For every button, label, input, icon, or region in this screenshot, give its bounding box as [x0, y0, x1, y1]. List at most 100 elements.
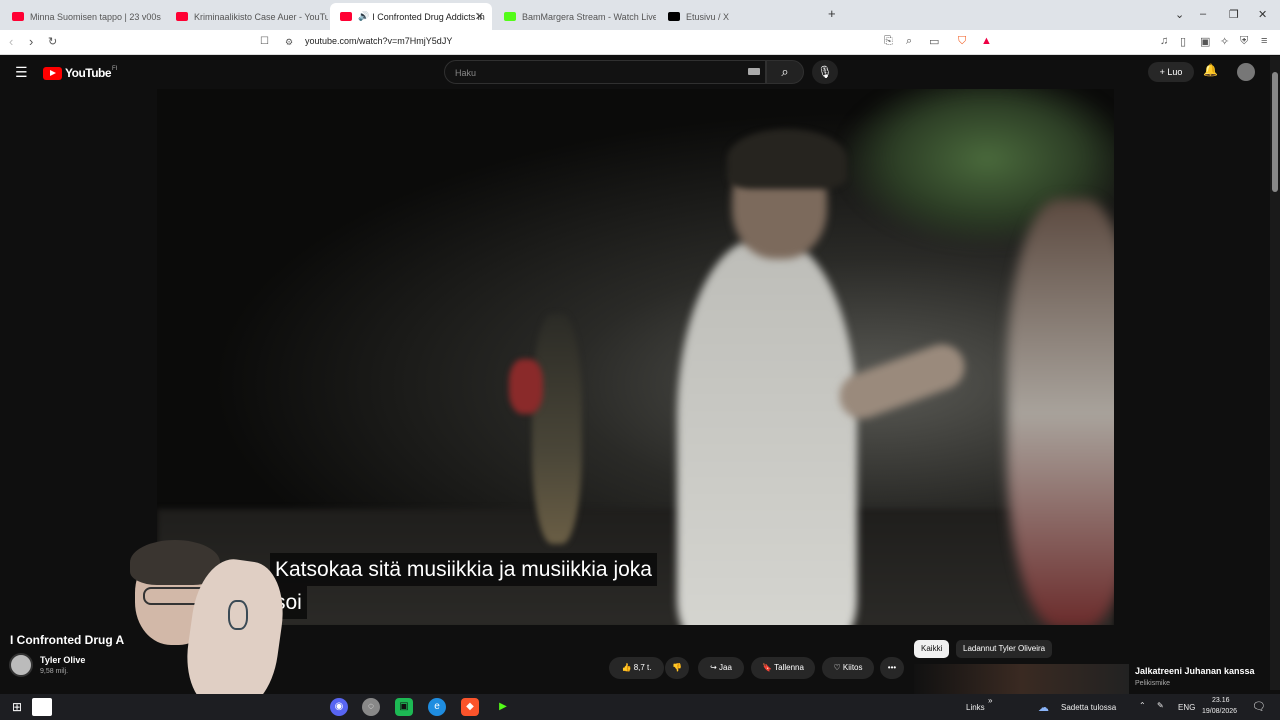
recommended-video-channel[interactable]: Pelikismike [1135, 680, 1170, 687]
video-frame-right-person [1007, 199, 1114, 625]
pinned-window-thumbnail[interactable] [32, 698, 52, 716]
hamburger-menu-icon[interactable]: ☰ [15, 64, 28, 81]
country-code: FI [112, 66, 118, 72]
more-actions-button[interactable]: ••• [880, 657, 904, 679]
search-box[interactable] [444, 60, 766, 84]
youtube-header: ☰ YouTube FI ⌕ 🎙 + Luo 🔔 [0, 56, 1270, 89]
cast-icon[interactable]: ▭ [929, 35, 939, 48]
close-tab-icon[interactable]: ✕ [475, 10, 484, 23]
recommended-video-thumbnail[interactable] [914, 664, 1129, 694]
language-indicator[interactable]: ENG [1178, 703, 1195, 712]
x-favicon-icon [668, 12, 680, 21]
scrollbar-thumb[interactable] [1272, 72, 1278, 192]
links-toolbar[interactable]: Links [966, 703, 985, 712]
notification-center-icon[interactable]: 🗨 [1252, 700, 1266, 713]
video-caption: Katsokaa sitä musiikkia ja musiikkia jok… [270, 553, 740, 619]
tab-label: Kriminaalikisto Case Auer - YouTube [194, 11, 328, 22]
media-icon[interactable]: ♫ [1160, 35, 1168, 47]
tab-search-icon[interactable]: ⌄ [1175, 8, 1184, 21]
voice-search-button[interactable]: 🎙 [812, 60, 838, 84]
thanks-label: Kiitos [842, 663, 863, 672]
channel-name[interactable]: Tyler Olive [40, 655, 85, 665]
thumbs-up-icon: 👍 [621, 663, 632, 672]
microphone-icon: 🎙 [817, 65, 833, 79]
create-button[interactable]: + Luo [1148, 62, 1194, 82]
keyboard-icon[interactable] [748, 68, 760, 75]
leo-ai-icon[interactable]: ✧ [1220, 35, 1229, 48]
app-green-icon[interactable]: ▣ [395, 698, 413, 716]
edge-icon[interactable]: e [428, 698, 446, 716]
sidebar-icon[interactable]: ▯ [1180, 35, 1186, 48]
save-label: Tallenna [774, 663, 804, 672]
chip-all[interactable]: Kaikki [914, 640, 950, 658]
youtube-play-icon [43, 66, 62, 80]
translate-icon[interactable]: ⎘ [884, 35, 893, 48]
page-scrollbar[interactable] [1270, 56, 1280, 690]
minimize-button[interactable]: – [1200, 8, 1206, 20]
brave-rewards-icon[interactable]: ▲ [981, 35, 992, 47]
windows-taskbar: ⊞ ◉ ◌ ▣ e ◆ ▶ Links » ☁ Sadetta tulossa … [0, 694, 1280, 720]
close-window-button[interactable]: ✕ [1258, 8, 1267, 21]
youtube-favicon-icon [176, 12, 188, 21]
browser-tab-active[interactable]: 🔊 I Confronted Drug Addicts in ✕ [330, 3, 492, 30]
youtube-logo[interactable]: YouTube FI [43, 66, 117, 80]
share-icon: ↪ [710, 663, 717, 672]
clock-time[interactable]: 23.16 [1212, 697, 1230, 704]
obs-icon[interactable]: ◌ [362, 698, 380, 716]
dislike-button[interactable]: 👎 [665, 657, 689, 679]
brave-icon[interactable]: ◆ [461, 698, 479, 716]
speaker-icon[interactable]: 🔊 [358, 11, 369, 22]
share-button[interactable]: ↪ Jaa [698, 657, 744, 679]
weather-icon: ☁ [1038, 702, 1049, 714]
toolbar-expand-icon[interactable]: » [988, 696, 992, 705]
like-button[interactable]: 👍 8,7 t. [609, 657, 664, 679]
tab-label: Etusivu / X [686, 11, 730, 22]
account-avatar[interactable] [1237, 63, 1255, 81]
new-tab-button[interactable]: + [828, 6, 836, 21]
weather-text[interactable]: Sadetta tulossa [1061, 703, 1116, 712]
forward-icon[interactable]: › [29, 34, 33, 49]
discord-icon[interactable]: ◉ [330, 698, 348, 716]
vpn-icon[interactable]: ⛨ [1240, 35, 1248, 48]
youtube-favicon-icon [340, 12, 352, 21]
youtube-logo-text: YouTube [65, 66, 112, 80]
reload-icon[interactable]: ↻ [48, 35, 57, 48]
notifications-bell-icon[interactable]: 🔔 [1203, 63, 1218, 77]
thumbs-down-icon: 👎 [672, 663, 682, 672]
kick-app-icon[interactable]: ▶ [494, 698, 512, 716]
save-button[interactable]: 🔖 Tallenna [751, 657, 815, 679]
tray-expand-icon[interactable]: ⌃ [1139, 701, 1146, 710]
zoom-icon[interactable]: ⌕ [906, 35, 912, 48]
maximize-button[interactable]: ❐ [1229, 8, 1239, 21]
recommended-video-title[interactable]: Jalkatreeni Juhanan kanssa [1135, 666, 1255, 676]
brave-shield-icon[interactable]: ⛉ [958, 35, 966, 48]
browser-tab-2[interactable]: Kriminaalikisto Case Auer - YouTube [166, 3, 328, 30]
wallet-icon[interactable]: ▣ [1200, 35, 1210, 48]
video-frame-cap [727, 129, 847, 189]
url-field[interactable]: youtube.com/watch?v=m7HmjY5dJY [305, 36, 452, 46]
youtube-favicon-icon [12, 12, 24, 21]
search-button[interactable]: ⌕ [766, 60, 804, 84]
pen-icon[interactable]: ✎ [1157, 701, 1164, 710]
video-frame-red-backpack [509, 359, 543, 414]
browser-tab-4[interactable]: BamMargera Stream - Watch Live on [494, 3, 656, 30]
video-frame-background-person [532, 314, 582, 544]
back-icon[interactable]: ‹ [9, 34, 13, 49]
menu-icon[interactable]: ≡ [1261, 35, 1267, 47]
windows-start-icon[interactable]: ⊞ [8, 698, 26, 716]
browser-tab-1[interactable]: Minna Suomisen tappo | 23 v00s - H [2, 3, 162, 30]
search-input[interactable] [455, 65, 745, 80]
browser-tab-bar: Minna Suomisen tappo | 23 v00s - H Krimi… [0, 0, 1280, 30]
search-icon: ⌕ [781, 64, 789, 79]
channel-avatar[interactable] [9, 653, 33, 677]
streamer-webcam-overlay [110, 540, 335, 695]
webcam-tattoo [228, 600, 248, 630]
thanks-button[interactable]: ♡ Kiitos [822, 657, 874, 679]
site-info-icon[interactable]: ⚙ [285, 37, 293, 48]
clock-date[interactable]: 19/08/2026 [1202, 708, 1237, 715]
chip-uploaded-by[interactable]: Ladannut Tyler Oliveira [956, 640, 1053, 658]
tab-label: I Confronted Drug Addicts in [372, 11, 485, 22]
browser-tab-5[interactable]: Etusivu / X [658, 3, 818, 30]
subscriber-count: 9,58 milj. [40, 668, 69, 675]
bookmark-icon[interactable]: ☐ [260, 36, 269, 47]
